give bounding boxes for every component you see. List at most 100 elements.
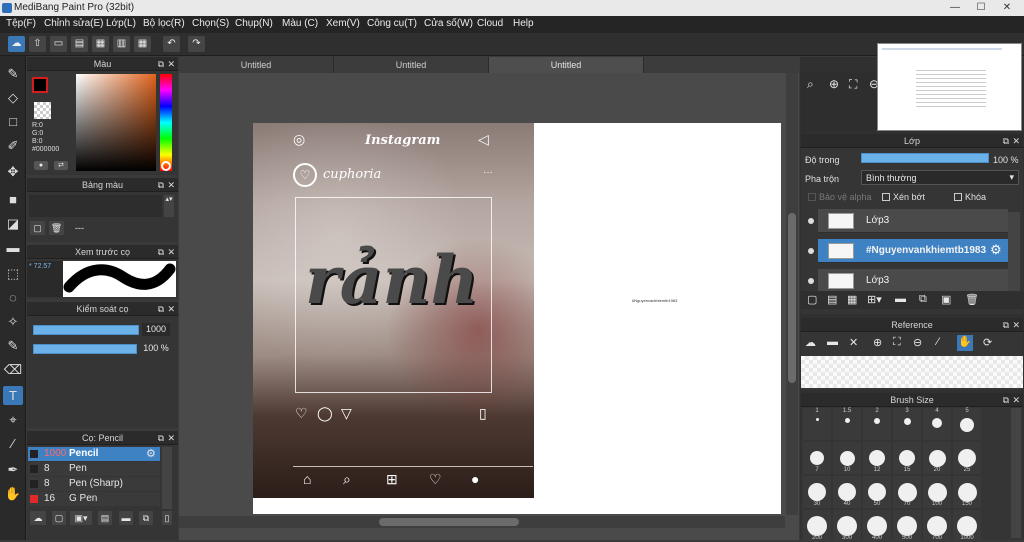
grid-icon[interactable]: ▦ — [134, 36, 151, 52]
duplicate-layer-icon[interactable]: ⧉ — [919, 293, 927, 306]
brush-size-cell[interactable]: 70 — [893, 476, 921, 508]
minimize-button[interactable]: — — [942, 1, 968, 14]
menu-window[interactable]: Cửa số(W) — [424, 18, 473, 29]
new-palette-icon[interactable]: ▢ — [30, 221, 45, 235]
brush-size-scrollbar[interactable] — [1011, 408, 1021, 538]
layer-opacity-slider[interactable] — [861, 153, 989, 163]
new-1bit-layer-icon[interactable]: ▦ — [847, 293, 857, 306]
brush-list-scrollbar[interactable] — [162, 447, 172, 509]
eyedropper-tool-icon[interactable]: ⁄ — [3, 434, 23, 453]
popout-icon[interactable]: ⧉ — [158, 431, 164, 445]
popout-icon[interactable]: ⧉ — [158, 245, 164, 259]
foreground-color-swatch[interactable] — [32, 77, 48, 93]
brush-size-cell[interactable]: 300 — [833, 510, 861, 542]
brush-item[interactable]: 16 G Pen — [28, 492, 160, 506]
comment-icon[interactable]: ▭ — [50, 36, 67, 52]
popout-icon[interactable]: ⧉ — [158, 178, 164, 192]
menu-color[interactable]: Màu (C) — [282, 18, 318, 29]
horizontal-scroll-thumb[interactable] — [379, 518, 519, 526]
delete-layer-icon[interactable]: 🗑 — [965, 293, 979, 306]
add-brush-icon[interactable]: ▣▾ — [70, 511, 92, 525]
brush-item[interactable]: 8 Pen — [28, 462, 160, 476]
popout-icon[interactable]: ⧉ — [1003, 393, 1009, 407]
gradient-tool-icon[interactable]: ▬ — [3, 238, 23, 257]
magic-wand-tool-icon[interactable]: ✧ — [3, 312, 23, 331]
layers-scrollbar[interactable] — [1008, 212, 1020, 292]
duplicate-brush-icon[interactable]: ⧉ — [139, 511, 153, 525]
delete-palette-icon[interactable]: 🗑 — [49, 221, 64, 235]
brush-size-cell[interactable]: 700 — [923, 510, 951, 542]
close-icon[interactable]: ✕ — [1012, 318, 1020, 332]
eye-icon[interactable] — [808, 278, 814, 284]
doc-tab[interactable]: Untitled — [334, 57, 489, 73]
menu-filter[interactable]: Bộ lọc(R) — [143, 18, 185, 29]
eyedropper-icon[interactable]: ⁄ — [937, 336, 939, 348]
brush-opacity-slider[interactable] — [33, 344, 137, 354]
brush-item[interactable]: 8 Pen (Sharp) — [28, 477, 160, 491]
background-color-swatch[interactable] — [34, 102, 51, 119]
protect-alpha-checkbox[interactable] — [808, 193, 816, 201]
operation-tool-icon[interactable]: ⌖ — [3, 410, 23, 429]
close-window-button[interactable]: ✕ — [994, 1, 1020, 14]
brush-size-cell[interactable]: 5 — [953, 408, 981, 440]
eraser-tool-icon[interactable]: ◇ — [3, 88, 23, 107]
lasso-tool-icon[interactable]: ◌ — [3, 288, 23, 307]
pen-tool-icon[interactable]: ✒ — [3, 460, 23, 479]
maximize-button[interactable]: ☐ — [968, 1, 994, 14]
hand-tool-icon[interactable]: ✋ — [3, 484, 23, 503]
bucket-tool-icon[interactable]: ◪ — [3, 214, 23, 233]
merge-down-icon[interactable]: ▣ — [941, 293, 951, 306]
popout-icon[interactable]: ⧉ — [1003, 318, 1009, 332]
close-icon[interactable]: ✕ — [1012, 134, 1020, 148]
hue-slider[interactable] — [160, 74, 172, 171]
eye-icon[interactable] — [808, 218, 814, 224]
brush-size-cell[interactable]: 1 — [803, 408, 831, 440]
brush-size-cell[interactable]: 7 — [803, 442, 831, 474]
menu-select[interactable]: Chọn(S) — [192, 18, 229, 29]
fill-rect-tool-icon[interactable]: ■ — [3, 190, 23, 209]
popout-icon[interactable]: ⧉ — [1003, 134, 1009, 148]
new-brush-icon[interactable]: ▢ — [52, 511, 66, 525]
close-icon[interactable]: ✕ — [167, 178, 175, 192]
menu-cloud[interactable]: Cloud — [477, 18, 503, 29]
cloud-download-icon[interactable]: ☁ — [30, 511, 46, 525]
select-eraser-tool-icon[interactable]: ⌫ — [3, 360, 23, 379]
brush-size-cell[interactable]: 4 — [923, 408, 951, 440]
close-icon[interactable]: ✕ — [167, 245, 175, 259]
zoom-out-icon[interactable]: ⊖ — [913, 336, 922, 349]
layer-row-active[interactable]: #Nguyenvankhiemtb1983 ⚙ — [808, 239, 1008, 263]
pages-list-icon[interactable]: ▥ — [113, 36, 130, 52]
brush-size-cell[interactable]: 12 — [863, 442, 891, 474]
fit-icon[interactable]: ⛶ — [893, 336, 901, 349]
zoom-in-icon[interactable]: ⊕ — [873, 336, 882, 349]
rectangle-tool-icon[interactable]: □ — [3, 112, 23, 131]
vertical-scroll-thumb[interactable] — [788, 213, 796, 383]
close-icon[interactable]: ✕ — [167, 57, 175, 71]
palette-scroll-arrows[interactable]: ▴▾ — [164, 195, 174, 217]
open-folder-icon[interactable]: ▬ — [827, 336, 838, 348]
chat-icon[interactable]: ▤ — [71, 36, 88, 52]
layer-row[interactable]: Lớp3 — [808, 209, 1008, 233]
watermark-text[interactable]: #Nguyenvankhiemtb1983 — [632, 298, 677, 303]
blend-mode-select[interactable]: Bình thường ▾ — [861, 170, 1019, 185]
doc-tab-active[interactable]: Untitled — [489, 57, 644, 73]
delete-brush-icon[interactable]: ▯ — [162, 511, 172, 525]
navigator-thumbnail[interactable] — [877, 43, 1022, 131]
redo-icon[interactable]: ↷ — [188, 36, 205, 52]
brush-size-cell[interactable]: 15 — [893, 442, 921, 474]
cloud-icon[interactable]: ☁ — [8, 36, 25, 52]
palette-list[interactable] — [29, 195, 162, 217]
brush-size-cell[interactable]: 400 — [863, 510, 891, 542]
canvas-vertical-scrollbar[interactable] — [786, 73, 798, 515]
close-reference-icon[interactable]: ✕ — [849, 336, 858, 349]
brush-settings-icon[interactable]: ▤ — [98, 511, 112, 525]
gear-icon[interactable]: ⚙ — [990, 242, 1002, 258]
zoom-in-icon[interactable]: ⊕ — [829, 77, 839, 91]
close-icon[interactable]: ✕ — [1012, 393, 1020, 407]
menu-help[interactable]: Help — [513, 18, 534, 29]
text-tool-icon[interactable]: T — [3, 386, 23, 405]
menu-file[interactable]: Tệp(F) — [6, 18, 36, 29]
close-icon[interactable]: ✕ — [167, 431, 175, 445]
close-icon[interactable]: ✕ — [167, 302, 175, 316]
page-icon[interactable]: ▦ — [92, 36, 109, 52]
